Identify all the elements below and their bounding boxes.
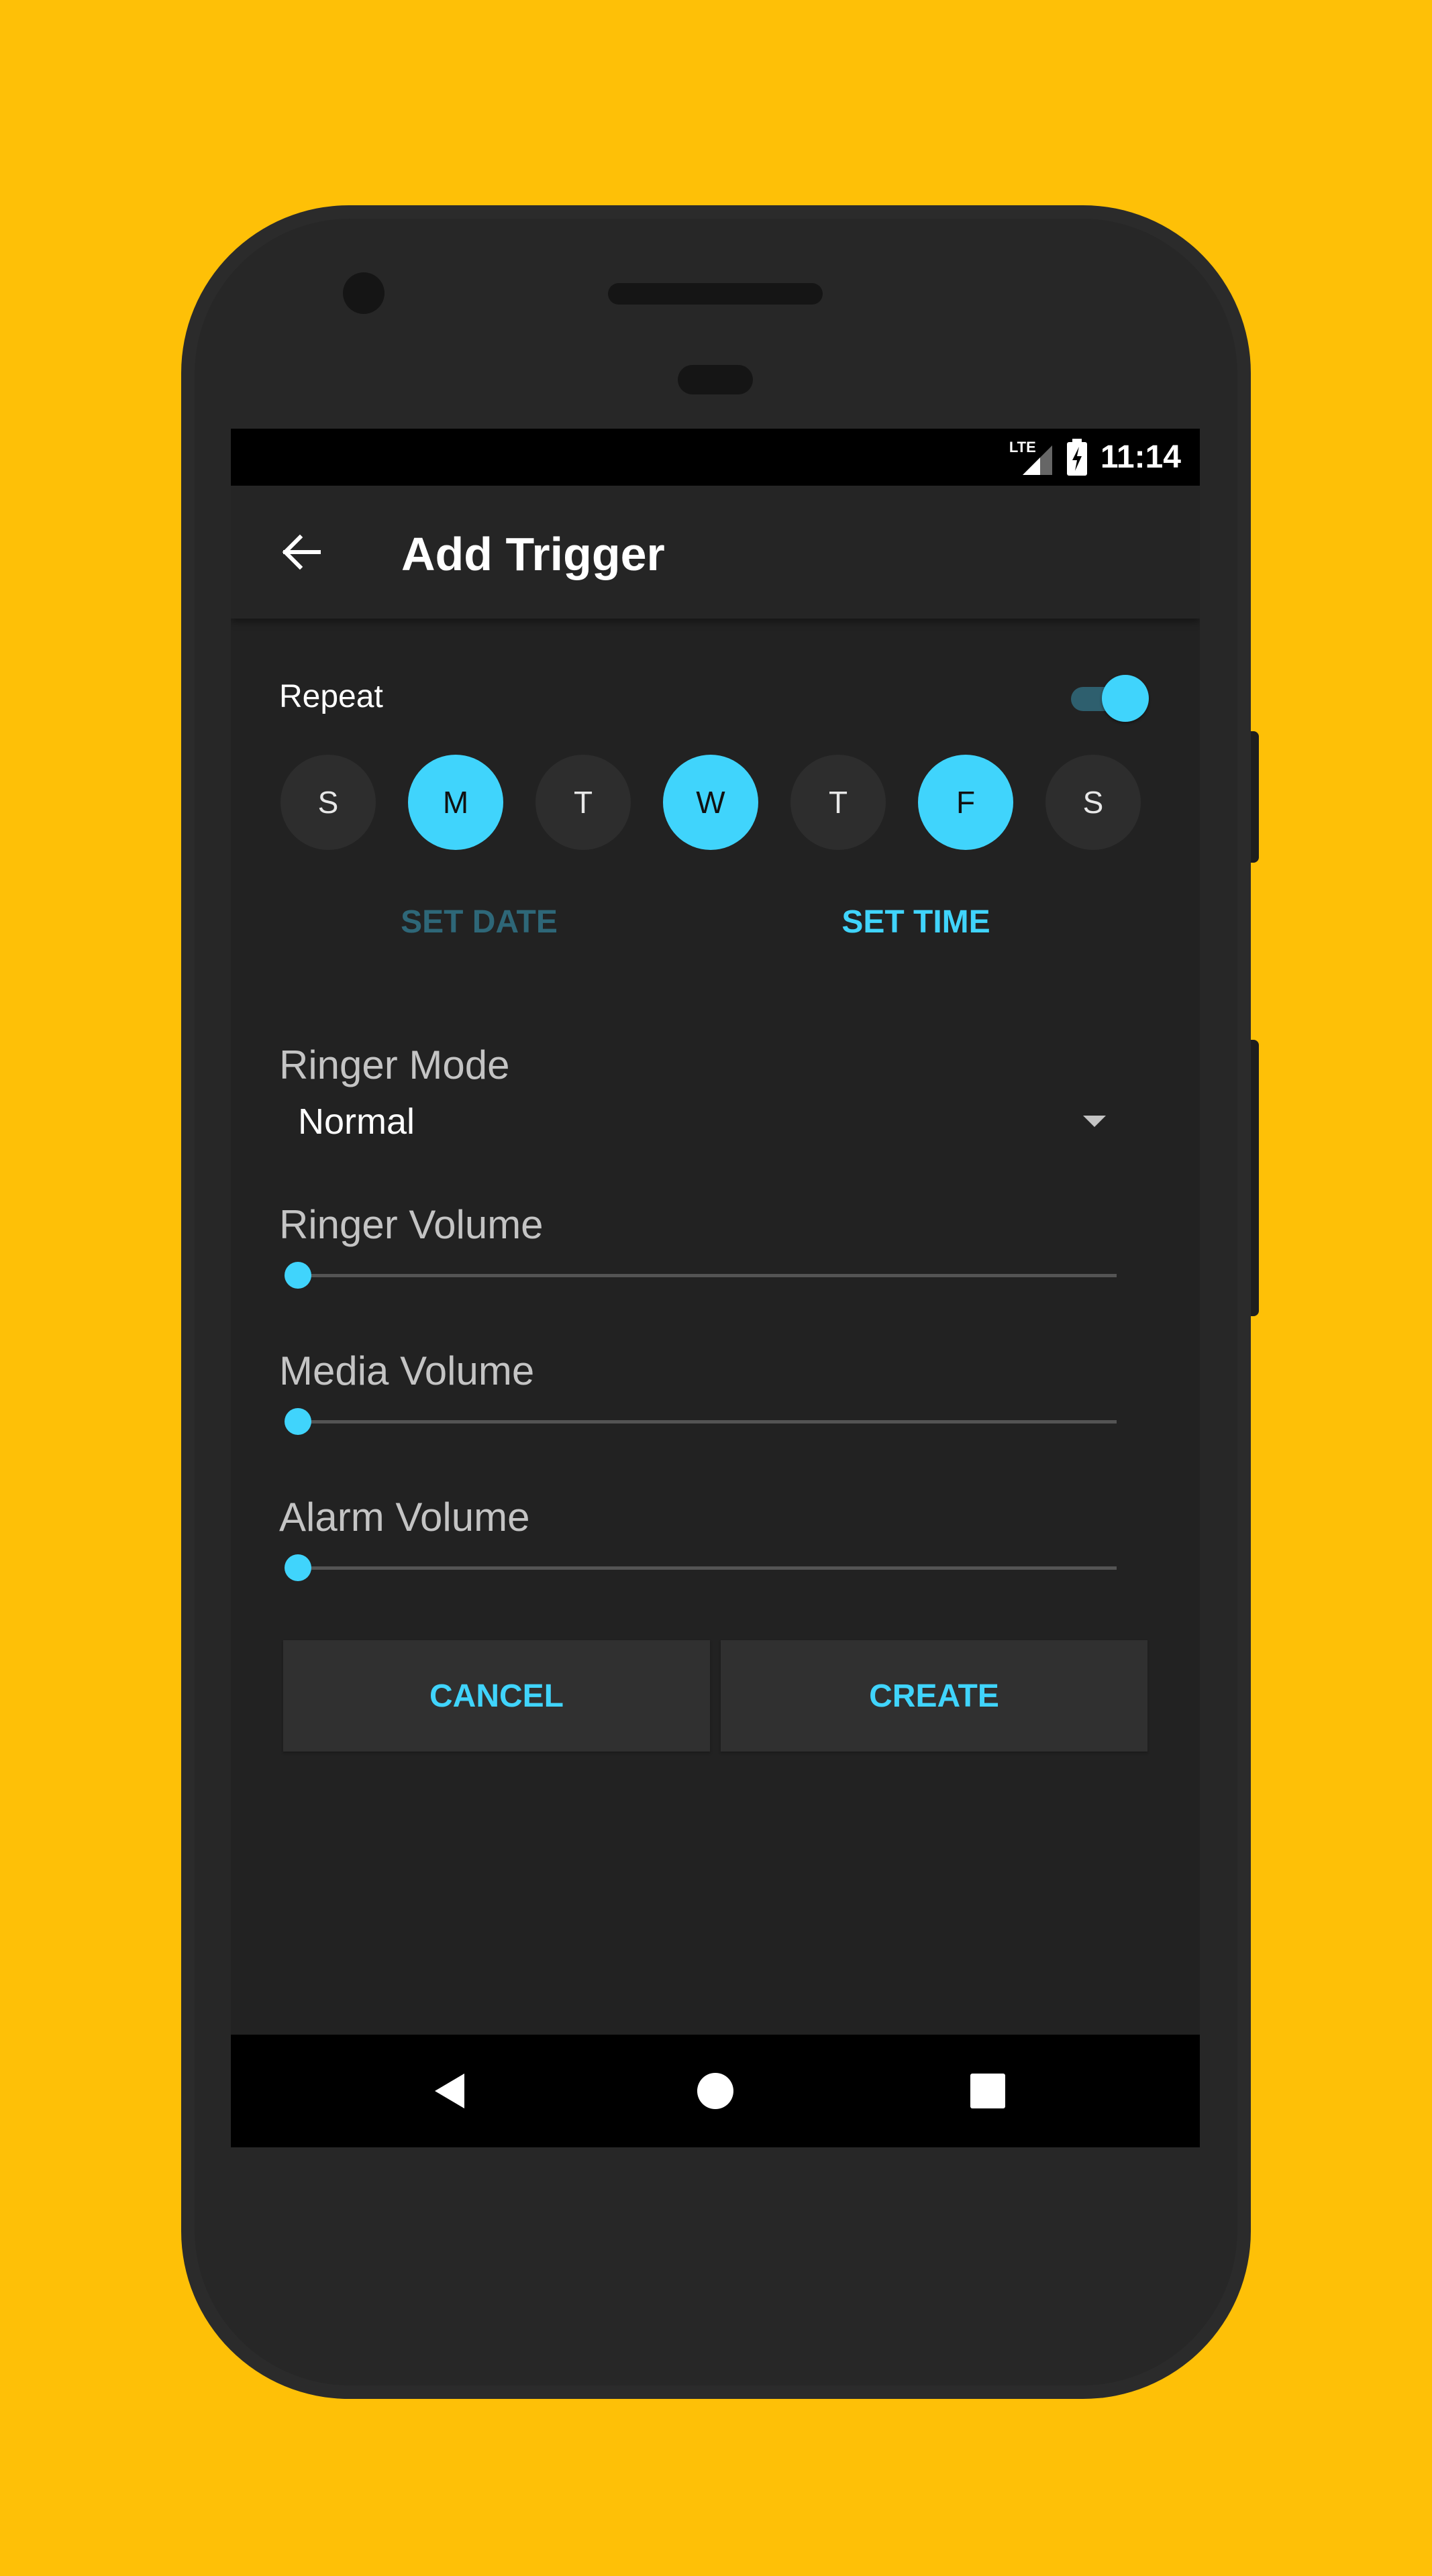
proximity-sensor	[678, 365, 753, 394]
front-camera	[343, 272, 385, 314]
slider-track	[298, 1420, 1117, 1424]
arrow-left-icon	[282, 534, 321, 570]
chevron-down-icon	[1083, 1116, 1106, 1127]
ringer-volume-label: Ringer Volume	[279, 1202, 544, 1247]
create-button[interactable]: CREATE	[721, 1640, 1147, 1752]
back-icon	[435, 2074, 464, 2108]
alarm-volume-label: Alarm Volume	[279, 1495, 530, 1540]
nav-recents-button[interactable]	[961, 2064, 1015, 2118]
slider-thumb[interactable]	[285, 1262, 311, 1289]
app-bar: Add Trigger	[231, 486, 1200, 619]
recents-icon	[970, 2074, 1005, 2108]
day-tuesday[interactable]: T	[535, 755, 631, 850]
day-thursday[interactable]: T	[790, 755, 886, 850]
toggle-thumb	[1102, 675, 1149, 722]
day-saturday[interactable]: S	[1045, 755, 1141, 850]
alarm-volume-slider[interactable]	[285, 1554, 1117, 1581]
back-button[interactable]	[271, 522, 331, 582]
nav-home-button[interactable]	[688, 2064, 742, 2118]
media-volume-slider[interactable]	[285, 1408, 1117, 1435]
battery-charging-icon	[1066, 438, 1088, 476]
power-button	[1251, 731, 1259, 863]
day-friday[interactable]: F	[918, 755, 1013, 850]
status-bar: LTE 11:14	[231, 429, 1200, 486]
cancel-button[interactable]: CANCEL	[283, 1640, 710, 1752]
ringer-mode-value: Normal	[298, 1102, 415, 1142]
navigation-bar	[231, 2035, 1200, 2147]
set-time-button[interactable]: SET TIME	[815, 892, 1017, 952]
day-wednesday[interactable]: W	[663, 755, 758, 850]
home-icon	[697, 2073, 733, 2109]
ringer-mode-label: Ringer Mode	[279, 1042, 510, 1087]
slider-thumb[interactable]	[285, 1408, 311, 1435]
media-volume-label: Media Volume	[279, 1348, 535, 1393]
set-date-button[interactable]: SET DATE	[378, 892, 580, 952]
signal-icon: LTE	[1009, 439, 1054, 476]
ringer-volume-slider[interactable]	[285, 1262, 1117, 1289]
repeat-toggle[interactable]	[1067, 674, 1149, 724]
day-sunday[interactable]: S	[280, 755, 376, 850]
screen: LTE 11:14 Add Trigger Repeat S M T W T F…	[231, 429, 1200, 2147]
slider-track	[298, 1566, 1117, 1570]
slider-thumb[interactable]	[285, 1554, 311, 1581]
day-monday[interactable]: M	[408, 755, 503, 850]
slider-track	[298, 1274, 1117, 1277]
repeat-label: Repeat	[279, 679, 383, 714]
nav-back-button[interactable]	[423, 2064, 476, 2118]
status-time: 11:14	[1100, 439, 1181, 475]
page-title: Add Trigger	[401, 528, 665, 580]
earpiece-speaker	[608, 283, 823, 305]
volume-button	[1251, 1040, 1259, 1316]
day-picker: S M T W T F S	[280, 755, 1141, 850]
